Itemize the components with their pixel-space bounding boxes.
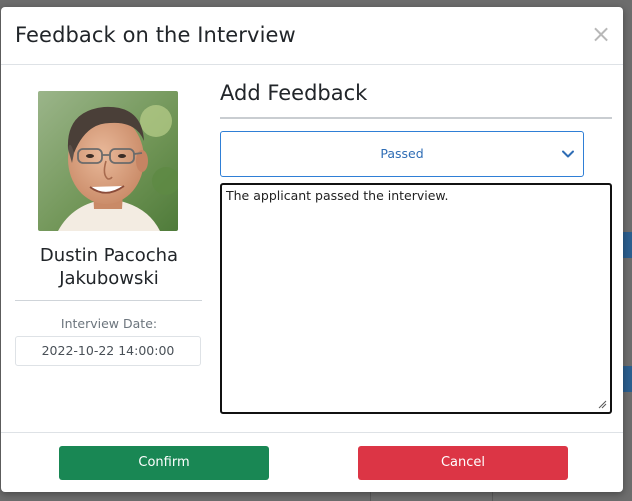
candidate-name: Dustin Pacocha Jakubowski bbox=[39, 245, 179, 289]
feedback-modal: Feedback on the Interview × Dustin Pacoc… bbox=[1, 7, 623, 492]
background-page-fragment bbox=[623, 232, 632, 258]
interview-date-label: Interview Date: bbox=[60, 316, 158, 331]
candidate-photo bbox=[38, 91, 178, 231]
divider bbox=[220, 117, 612, 119]
resize-grip-icon[interactable] bbox=[598, 400, 607, 409]
interview-date-field: 2022-10-22 14:00:00 bbox=[15, 336, 201, 366]
close-icon[interactable]: × bbox=[591, 22, 611, 46]
confirm-button[interactable]: Confirm bbox=[59, 446, 269, 480]
divider bbox=[15, 300, 202, 301]
result-select[interactable]: Passed bbox=[220, 131, 584, 177]
feedback-comment-text: The applicant passed the interview. bbox=[226, 188, 449, 203]
add-feedback-heading: Add Feedback bbox=[220, 81, 368, 105]
background-page-fragment bbox=[492, 492, 493, 501]
feedback-comment-textarea[interactable]: The applicant passed the interview. bbox=[220, 183, 612, 414]
modal-header: Feedback on the Interview × bbox=[1, 7, 623, 65]
background-page-fragment bbox=[623, 366, 632, 392]
result-select-value: Passed bbox=[380, 146, 424, 161]
background-page-fragment bbox=[370, 492, 371, 501]
modal-title: Feedback on the Interview bbox=[15, 23, 296, 47]
cancel-button[interactable]: Cancel bbox=[358, 446, 568, 480]
chevron-down-icon bbox=[562, 150, 574, 158]
modal-footer: Confirm Cancel bbox=[1, 432, 623, 492]
